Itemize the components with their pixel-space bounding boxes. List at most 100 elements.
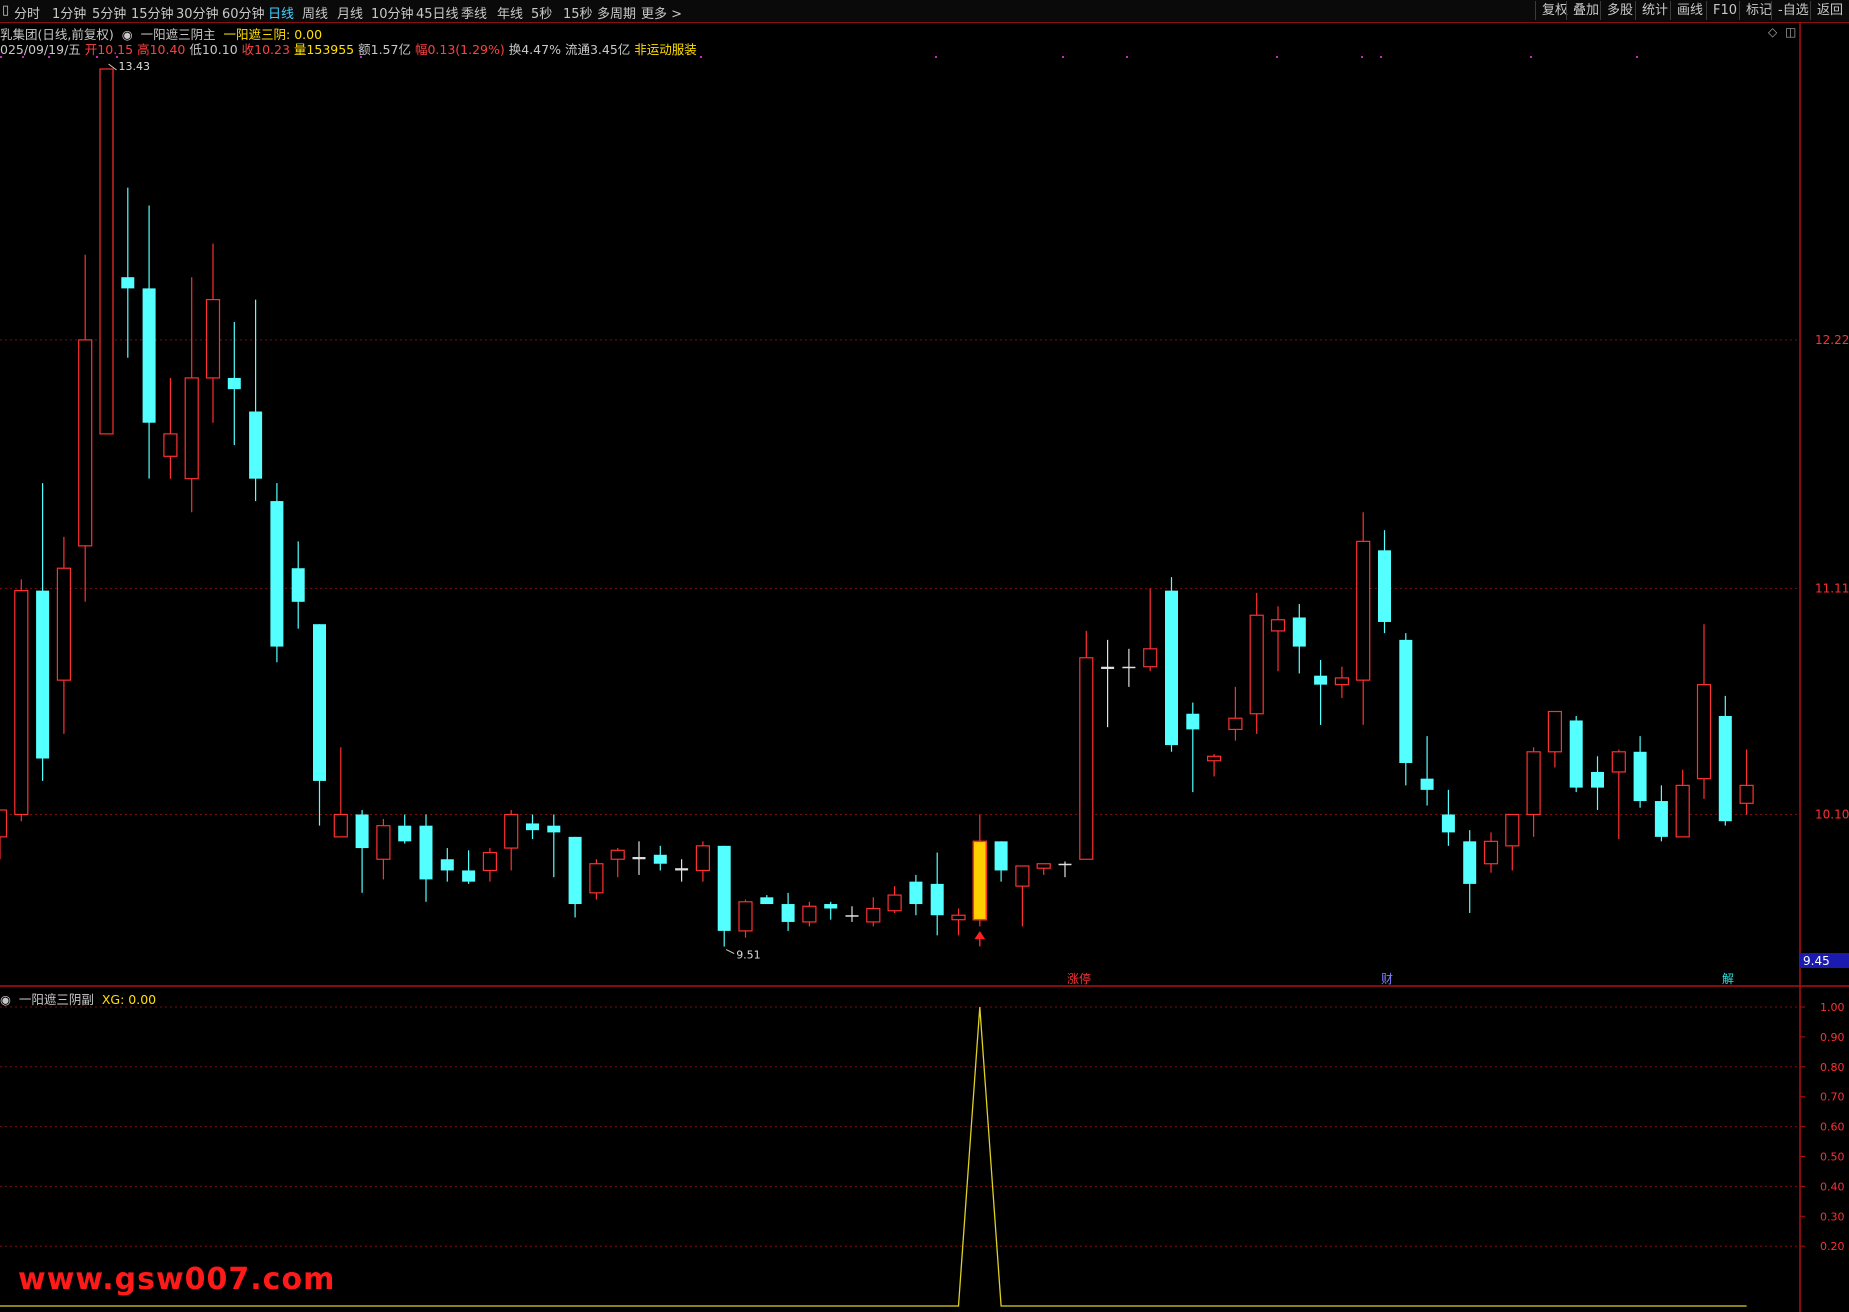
tab-8[interactable]: 月线 — [337, 3, 363, 22]
candle-down[interactable] — [1378, 550, 1391, 622]
candle-down[interactable] — [1654, 801, 1668, 837]
candle-up[interactable] — [802, 905, 817, 923]
event-tag-2[interactable]: 解 — [1722, 972, 1734, 986]
candle-down[interactable] — [1399, 639, 1413, 763]
event-tag-0[interactable]: 涨停 — [1067, 971, 1091, 986]
sub-indicator-name[interactable]: 一阳遮三阴副 — [19, 992, 94, 1007]
candle-up[interactable] — [1249, 614, 1264, 715]
candle-down[interactable] — [1101, 666, 1115, 669]
tab-7[interactable]: 周线 — [302, 3, 328, 22]
event-tag-1[interactable]: 财 — [1381, 972, 1393, 986]
candle-down[interactable] — [1122, 666, 1136, 669]
candle-up[interactable] — [1611, 751, 1626, 773]
candle-up[interactable] — [1143, 648, 1158, 668]
tab-14[interactable]: 15秒 — [563, 3, 593, 22]
candle-down[interactable] — [462, 870, 476, 882]
candle-up[interactable] — [56, 567, 72, 681]
candle-up[interactable] — [333, 813, 348, 838]
candle-up[interactable] — [1270, 619, 1286, 632]
candle-down[interactable] — [845, 915, 859, 917]
candle-down[interactable] — [1058, 863, 1072, 866]
candle-down[interactable] — [270, 501, 284, 647]
candle-up[interactable] — [610, 849, 625, 860]
candle-up[interactable] — [589, 863, 604, 894]
candle-down[interactable] — [1591, 771, 1604, 788]
candle-down[interactable] — [440, 859, 454, 871]
candle-down[interactable] — [1186, 713, 1200, 730]
candle-up[interactable] — [1675, 784, 1690, 838]
candle-up[interactable] — [0, 809, 8, 838]
tab-11[interactable]: 季线 — [461, 3, 487, 22]
toolbar-button-8[interactable]: 返回 — [1810, 1, 1849, 20]
candle-up[interactable] — [887, 894, 902, 912]
candle-down[interactable] — [653, 854, 667, 864]
candle-up[interactable] — [205, 298, 221, 379]
tab-16[interactable]: 更多 > — [641, 3, 682, 22]
tab-13[interactable]: 5秒 — [531, 3, 552, 22]
candle-down[interactable] — [1633, 751, 1647, 802]
candle-up[interactable] — [482, 851, 497, 872]
candle-up[interactable] — [866, 907, 881, 923]
candle-down[interactable] — [909, 881, 923, 905]
toolbar-button-7[interactable]: -自选 — [1771, 1, 1815, 20]
candle-down[interactable] — [121, 277, 135, 289]
candle-down[interactable] — [1314, 675, 1328, 685]
candle-down[interactable] — [1569, 720, 1583, 788]
candle-up[interactable] — [1526, 751, 1541, 816]
candle-up[interactable] — [1356, 540, 1371, 681]
candle-up[interactable] — [1483, 840, 1499, 865]
signal-candle[interactable] — [972, 840, 988, 921]
toolbar-button-4[interactable]: 画线 — [1670, 1, 1709, 20]
candle-down[interactable] — [1292, 617, 1306, 647]
tab-5[interactable]: 60分钟 — [222, 3, 265, 22]
candle-down[interactable] — [760, 897, 774, 905]
tab-12[interactable]: 年线 — [497, 3, 523, 22]
tab-2[interactable]: 5分钟 — [92, 3, 126, 22]
toolbar-button-5[interactable]: F10 — [1706, 1, 1743, 20]
candle-down[interactable] — [355, 814, 369, 849]
candle-up[interactable] — [1206, 755, 1222, 762]
kline-chart[interactable]: 12.22 11.11 10.10 9.45 ◇ ◫ 13.43 9.51 涨停 财 解 1.00 0.… — [0, 22, 1849, 1312]
tab-4[interactable]: 30分钟 — [176, 3, 219, 22]
candle-up[interactable] — [1015, 865, 1030, 887]
candle-up[interactable] — [1505, 813, 1520, 847]
candle-up[interactable] — [163, 433, 178, 457]
candle-down[interactable] — [717, 845, 731, 931]
candle-up[interactable] — [184, 377, 199, 480]
candle-down[interactable] — [291, 568, 305, 602]
candle-up[interactable] — [504, 813, 519, 849]
tab-0[interactable]: 分时 — [14, 3, 40, 22]
tab-3[interactable]: 15分钟 — [131, 3, 174, 22]
tab-9[interactable]: 10分钟 — [371, 3, 414, 22]
candle-up[interactable] — [1036, 863, 1051, 869]
candle-down[interactable] — [568, 836, 582, 905]
candle-down[interactable] — [313, 624, 326, 781]
candle-down[interactable] — [398, 825, 412, 842]
candle-down[interactable] — [526, 823, 539, 831]
candle-up[interactable] — [1696, 684, 1712, 780]
tab-15[interactable]: 多周期 — [597, 3, 636, 22]
candle-up[interactable] — [1334, 677, 1350, 686]
candle-down[interactable] — [1420, 778, 1434, 790]
candle-down[interactable] — [36, 590, 50, 759]
sub-indicator-toggle-icon[interactable]: ◉ — [0, 992, 15, 1007]
candle-up[interactable] — [738, 901, 753, 932]
candle-up[interactable] — [695, 845, 711, 872]
candle-up[interactable] — [99, 68, 114, 435]
candle-down[interactable] — [547, 825, 561, 833]
candle-down[interactable] — [1463, 841, 1477, 884]
window-icon[interactable]: ◫ — [1785, 25, 1796, 39]
toolbar-button-3[interactable]: 统计 — [1635, 1, 1674, 20]
candle-down[interactable] — [632, 857, 646, 860]
candle-down[interactable] — [824, 904, 838, 909]
toolbar-button-2[interactable]: 多股 — [1600, 1, 1639, 20]
candle-up[interactable] — [1739, 784, 1754, 804]
candle-up[interactable] — [951, 914, 966, 921]
candle-down[interactable] — [781, 904, 795, 922]
tab-1[interactable]: 1分钟 — [52, 3, 86, 22]
candle-down[interactable] — [675, 868, 689, 871]
tab-6[interactable]: 日线 — [268, 3, 294, 22]
candle-down[interactable] — [142, 288, 156, 423]
candle-up[interactable] — [1547, 710, 1563, 753]
panel-toggle-icon[interactable]: ▯ — [0, 1, 11, 20]
